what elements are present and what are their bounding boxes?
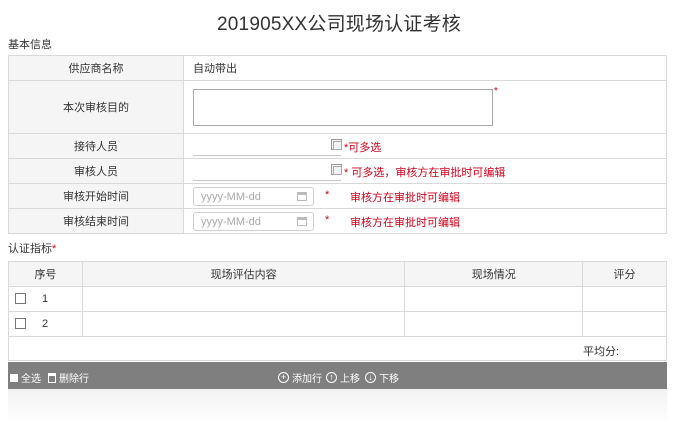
row-checkbox[interactable]	[15, 293, 26, 304]
auditor-row: 审核人员 * 可多选，审核方在审批时可编辑	[8, 158, 667, 184]
receiver-label: 接待人员	[8, 133, 184, 159]
end-date-placeholder: yyyy-MM-dd	[201, 216, 261, 228]
column-header-situation: 现场情况	[404, 261, 584, 287]
calendar-icon[interactable]	[297, 217, 307, 226]
arrow-up-circle-icon: ↑	[326, 372, 337, 383]
receiver-note: *可多选	[344, 142, 382, 154]
add-row-button[interactable]: + 添加行	[278, 370, 322, 385]
table-row: 2	[8, 311, 667, 337]
plus-circle-icon: +	[278, 372, 289, 383]
purpose-row: 本次审核目的 *	[8, 80, 667, 134]
indicators-table: 序号 现场评估内容 现场情况 评分 1 2	[8, 261, 667, 337]
row-seq: 2	[42, 318, 49, 330]
auditor-label: 审核人员	[8, 158, 184, 184]
table-toolbar: 全选 删除行 + 添加行 ↑ 上移 ↓ 下移	[8, 362, 667, 389]
situation-cell[interactable]	[404, 286, 584, 312]
situation-cell[interactable]	[404, 311, 584, 337]
move-up-button[interactable]: ↑ 上移	[326, 370, 360, 385]
start-date-note: 审核方在审批时可编辑	[350, 192, 460, 204]
end-time-label: 审核结束时间	[8, 208, 184, 234]
auditor-picker-icon[interactable]	[331, 164, 342, 175]
start-time-row: 审核开始时间 yyyy-MM-dd * 审核方在审批时可编辑	[8, 183, 667, 209]
trash-icon	[48, 372, 56, 383]
arrow-down-circle-icon: ↓	[365, 372, 376, 383]
average-label: 平均分:	[583, 346, 620, 358]
move-down-label: 下移	[379, 374, 399, 385]
end-time-row: 审核结束时间 yyyy-MM-dd * 审核方在审批时可编辑	[8, 208, 667, 234]
supplier-value: 自动带出	[183, 55, 667, 81]
supplier-label: 供应商名称	[8, 55, 184, 81]
basic-info-title: 基本信息	[8, 39, 52, 51]
content-cell[interactable]	[81, 286, 406, 312]
start-time-cell: yyyy-MM-dd * 审核方在审批时可编辑	[183, 183, 667, 209]
end-date-required-star: *	[325, 214, 330, 226]
column-header-content: 现场评估内容	[81, 261, 406, 287]
end-date-input[interactable]: yyyy-MM-dd	[193, 212, 314, 231]
purpose-required-star: *	[494, 86, 498, 97]
start-date-required-star: *	[325, 189, 330, 201]
column-header-score: 评分	[582, 261, 667, 287]
auditor-input[interactable]	[193, 163, 341, 181]
content-cell[interactable]	[81, 311, 406, 337]
calendar-icon[interactable]	[297, 192, 307, 201]
move-up-label: 上移	[340, 374, 360, 385]
basic-info-table: 供应商名称 自动带出 本次审核目的 * 接待人员 *可多选 审核人员 * 可多选…	[8, 55, 667, 234]
select-all-label: 全选	[21, 374, 41, 385]
move-down-button[interactable]: ↓ 下移	[365, 370, 399, 385]
seq-cell: 1	[8, 286, 83, 312]
row-checkbox[interactable]	[15, 318, 26, 329]
row-seq: 1	[42, 293, 49, 305]
delete-row-label: 删除行	[59, 374, 89, 385]
end-time-cell: yyyy-MM-dd * 审核方在审批时可编辑	[183, 208, 667, 234]
purpose-cell: *	[183, 80, 667, 134]
receiver-row: 接待人员 *可多选	[8, 133, 667, 159]
indicators-title: 认证指标	[8, 243, 52, 255]
start-date-input[interactable]: yyyy-MM-dd	[193, 187, 314, 206]
column-header-seq: 序号	[8, 261, 83, 287]
table-row: 1	[8, 286, 667, 312]
indicators-title-wrap: 认证指标*	[8, 240, 56, 256]
score-cell[interactable]	[582, 286, 667, 312]
auditor-note: * 可多选，审核方在审批时可编辑	[344, 167, 506, 179]
start-date-placeholder: yyyy-MM-dd	[201, 191, 261, 203]
delete-row-button[interactable]: 删除行	[48, 370, 89, 385]
indicators-header-row: 序号 现场评估内容 现场情况 评分	[8, 261, 667, 287]
score-cell[interactable]	[582, 311, 667, 337]
bottom-shade	[8, 389, 667, 423]
select-all-button[interactable]: 全选	[10, 370, 41, 385]
add-row-label: 添加行	[292, 374, 322, 385]
receiver-cell: *可多选	[183, 133, 667, 159]
purpose-textarea[interactable]	[193, 89, 493, 126]
end-date-note: 审核方在审批时可编辑	[350, 217, 460, 229]
purpose-label: 本次审核目的	[8, 80, 184, 134]
select-all-checkbox-icon	[10, 373, 18, 382]
receiver-input[interactable]	[193, 138, 341, 156]
average-row: 平均分:	[8, 336, 667, 361]
receiver-picker-icon[interactable]	[331, 139, 342, 150]
seq-cell: 2	[8, 311, 83, 337]
supplier-row: 供应商名称 自动带出	[8, 55, 667, 81]
auditor-cell: * 可多选，审核方在审批时可编辑	[183, 158, 667, 184]
indicators-required-star: *	[52, 243, 57, 255]
start-time-label: 审核开始时间	[8, 183, 184, 209]
page-title: 201905XX公司现场认证考核	[217, 14, 461, 35]
